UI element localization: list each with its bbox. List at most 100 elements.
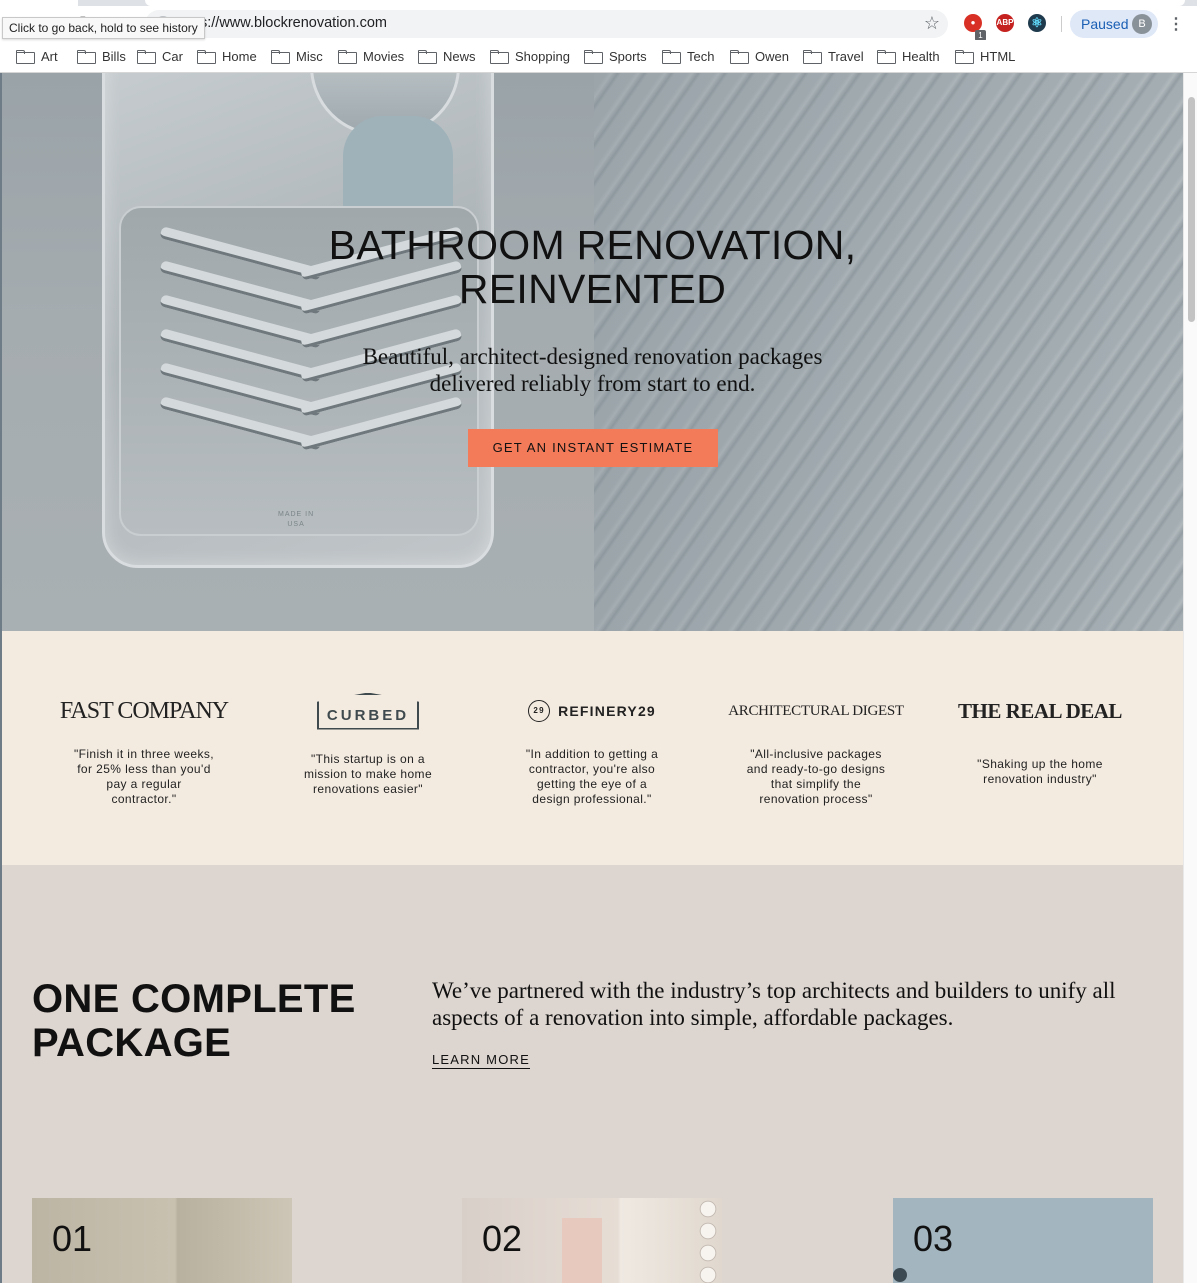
hero-section: MADE IN USA BATHROOM RENOVATION, REINVEN… xyxy=(2,73,1183,631)
bookmark-folder-misc[interactable]: Misc xyxy=(271,47,323,65)
paint-tray-image xyxy=(102,73,494,568)
fast-company-logo[interactable]: FAST COMPANY xyxy=(31,691,257,731)
press-quote: "This startup is on a mission to make ho… xyxy=(303,752,433,796)
bookmark-label: Bills xyxy=(102,48,126,64)
package-heading-line1: ONE COMPLETE xyxy=(32,977,356,1021)
hero-subtitle-line2: delivered reliably from start to end. xyxy=(429,371,756,396)
hex-tile-image xyxy=(694,1198,722,1283)
tray-stamp: MADE IN USA xyxy=(278,510,314,530)
bookmark-folder-home[interactable]: Home xyxy=(197,47,257,65)
package-step-card-2[interactable]: 02 xyxy=(462,1198,722,1283)
fixture-image xyxy=(893,1268,907,1282)
press-quote: "Shaking up the home renovation industry… xyxy=(977,757,1103,786)
step-number: 03 xyxy=(913,1218,954,1259)
bookmark-label: News xyxy=(443,48,476,64)
refinery29-logo[interactable]: 29 REFINERY29 xyxy=(479,691,705,731)
hero-title-line1: BATHROOM RENOVATION, xyxy=(328,222,857,268)
curbed-logo[interactable]: CURBED xyxy=(255,691,481,731)
profile-status-label: Paused xyxy=(1081,16,1129,32)
folder-icon xyxy=(490,50,509,64)
folder-icon xyxy=(338,50,357,64)
bookmarks-bar: Art Bills Car Home Misc Movies News Shop… xyxy=(0,40,1197,73)
refinery29-text: REFINERY29 xyxy=(558,703,656,719)
page-scrollbar[interactable] xyxy=(1183,73,1197,1283)
press-quote: "In addition to getting a contractor, yo… xyxy=(525,747,659,806)
press-section: FAST COMPANY "Finish it in three weeks, … xyxy=(2,631,1183,865)
folder-icon xyxy=(16,50,35,64)
package-section: ONE COMPLETE PACKAGE We’ve partnered wit… xyxy=(2,865,1183,1283)
chrome-menu-icon[interactable]: ⋮ xyxy=(1168,14,1184,34)
press-quote: "Finish it in three weeks, for 25% less … xyxy=(73,747,215,806)
url-text[interactable]: s://www.blockrenovation.com xyxy=(200,15,387,31)
tray-stamp-line2: USA xyxy=(287,521,305,528)
press-quote: "All-inclusive packages and ready-to-go … xyxy=(746,747,886,806)
bookmark-label: Sports xyxy=(609,48,647,64)
bookmark-folder-travel[interactable]: Travel xyxy=(803,47,864,65)
hero-title-line2: REINVENTED xyxy=(458,266,727,312)
refinery29-wordmark: 29 REFINERY29 xyxy=(528,700,656,722)
architectural-digest-logo[interactable]: ARCHITECTURAL DIGEST xyxy=(703,691,929,731)
bookmark-label: Home xyxy=(222,48,257,64)
folder-icon xyxy=(197,50,216,64)
bookmark-label: HTML xyxy=(980,48,1016,64)
folder-icon xyxy=(877,50,896,64)
folder-icon xyxy=(418,50,437,64)
avatar: B xyxy=(1132,14,1152,34)
curbed-wordmark: CURBED xyxy=(316,692,420,730)
get-instant-estimate-button[interactable]: GET AN INSTANT ESTIMATE xyxy=(468,429,718,467)
bookmark-label: Misc xyxy=(296,48,323,64)
toolbar-divider xyxy=(1061,16,1062,32)
adblock-plus-icon[interactable]: ABP xyxy=(996,14,1014,32)
press-item-curbed: CURBED "This startup is on a mission to … xyxy=(255,631,481,865)
bookmark-folder-html[interactable]: HTML xyxy=(955,47,1015,65)
bookmark-label: Art xyxy=(41,48,58,64)
bookmark-folder-bills[interactable]: Bills xyxy=(77,47,126,65)
hero-subtitle-line1: Beautiful, architect-designed renovation… xyxy=(362,344,823,369)
folder-icon xyxy=(955,50,974,64)
tile-sample-image xyxy=(562,1218,602,1283)
bookmark-folder-tech[interactable]: Tech xyxy=(662,47,714,65)
step-number: 01 xyxy=(52,1218,93,1259)
learn-more-link[interactable]: LEARN MORE xyxy=(432,1052,530,1069)
tray-ridge xyxy=(161,396,461,456)
refinery29-ring-icon: 29 xyxy=(528,700,551,722)
bookmark-folder-car[interactable]: Car xyxy=(137,47,183,65)
press-item-fast-company: FAST COMPANY "Finish it in three weeks, … xyxy=(31,631,257,865)
bookmark-label: Owen xyxy=(755,48,789,64)
folder-icon xyxy=(271,50,290,64)
address-bar[interactable]: s://www.blockrenovation.com ☆ xyxy=(145,10,948,38)
fast-company-wordmark: FAST COMPANY xyxy=(59,697,229,724)
package-step-card-1[interactable]: 01 xyxy=(32,1198,292,1283)
bookmark-folder-art[interactable]: Art xyxy=(16,47,58,65)
bookmark-label: Travel xyxy=(828,48,864,64)
profile-button[interactable]: Paused B xyxy=(1070,10,1158,38)
bookmark-folder-owen[interactable]: Owen xyxy=(730,47,789,65)
bookmark-folder-shopping[interactable]: Shopping xyxy=(490,47,570,65)
package-step-card-3[interactable]: 03 xyxy=(893,1198,1153,1283)
folder-icon xyxy=(662,50,681,64)
architectural-digest-wordmark: ARCHITECTURAL DIGEST xyxy=(728,702,904,719)
package-description: We’ve partnered with the industry’s top … xyxy=(432,978,1116,1030)
the-real-deal-logo[interactable]: THE REAL DEAL xyxy=(927,691,1153,731)
bookmark-folder-sports[interactable]: Sports xyxy=(584,47,647,65)
package-heading-line2: PACKAGE xyxy=(32,1021,232,1065)
react-devtools-icon[interactable]: ⚛ xyxy=(1028,14,1046,32)
bookmark-label: Movies xyxy=(363,48,405,64)
press-item-the-real-deal: THE REAL DEAL "Shaking up the home renov… xyxy=(927,631,1153,865)
the-real-deal-wordmark: THE REAL DEAL xyxy=(958,698,1122,723)
web-page: MADE IN USA BATHROOM RENOVATION, REINVEN… xyxy=(2,73,1183,1283)
folder-icon xyxy=(803,50,822,64)
scrollbar-thumb[interactable] xyxy=(1188,97,1195,322)
folder-icon xyxy=(730,50,749,64)
bookmark-folder-news[interactable]: News xyxy=(418,47,476,65)
bookmark-folder-health[interactable]: Health xyxy=(877,47,940,65)
press-item-refinery29: 29 REFINERY29 "In addition to getting a … xyxy=(479,631,705,865)
tray-stamp-line1: MADE IN xyxy=(278,511,315,518)
press-item-architectural-digest: ARCHITECTURAL DIGEST "All-inclusive pack… xyxy=(703,631,929,865)
bookmark-folder-movies[interactable]: Movies xyxy=(338,47,404,65)
folder-icon xyxy=(77,50,96,64)
bookmark-label: Health xyxy=(902,48,940,64)
bookmark-label: Tech xyxy=(687,48,715,64)
folder-icon xyxy=(584,50,603,64)
bookmark-star-icon[interactable]: ☆ xyxy=(924,13,940,34)
